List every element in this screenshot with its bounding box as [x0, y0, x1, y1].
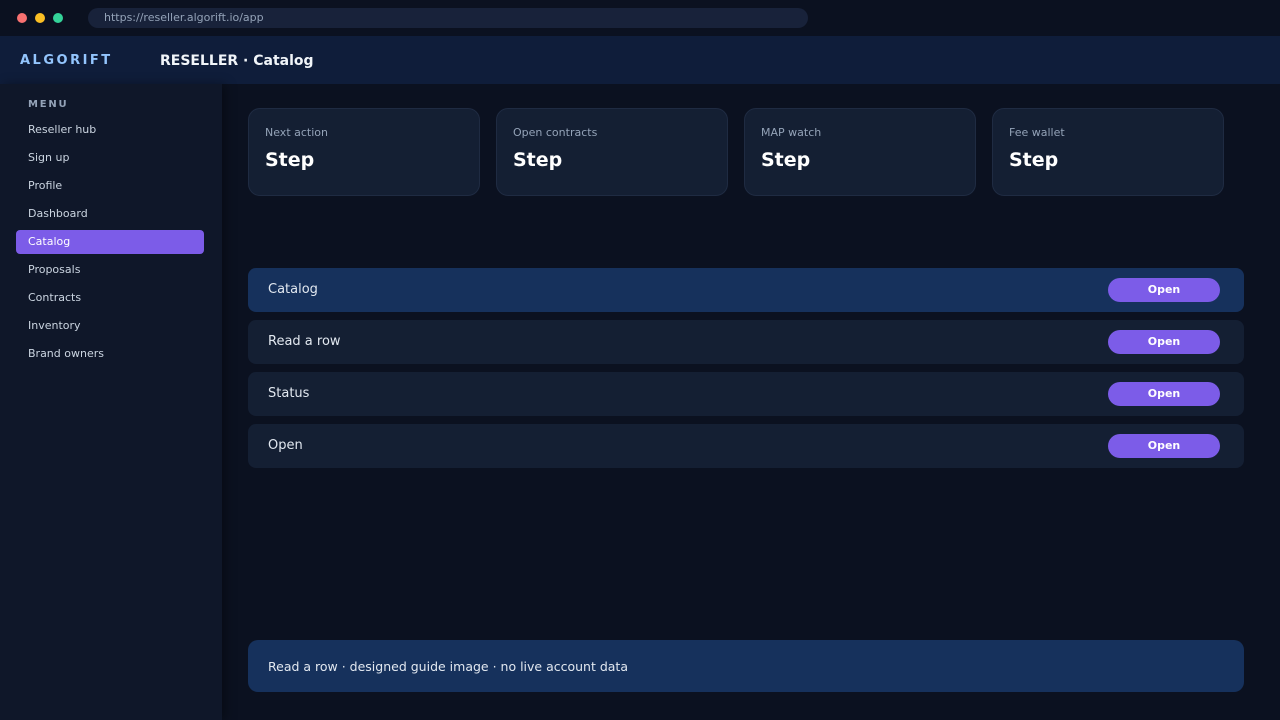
stat-card-fee-wallet: Fee wallet Step	[992, 108, 1224, 196]
open-button[interactable]: Open	[1108, 434, 1220, 458]
open-button[interactable]: Open	[1108, 382, 1220, 406]
stat-card-label: MAP watch	[761, 126, 822, 139]
stat-card-open-contracts: Open contracts Step	[496, 108, 728, 196]
sidebar-item-inventory[interactable]: Inventory	[16, 314, 204, 338]
sidebar: MENU Reseller hub Sign up Profile Dashbo…	[0, 84, 222, 720]
stat-card-value: Step	[513, 149, 563, 171]
list-item-status[interactable]: Status Open	[248, 372, 1244, 416]
list-item-label: Read a row	[268, 334, 341, 349]
stat-card-label: Open contracts	[513, 126, 598, 139]
list-item-open[interactable]: Open Open	[248, 424, 1244, 468]
list-item-label: Catalog	[268, 282, 318, 297]
open-button[interactable]: Open	[1108, 278, 1220, 302]
footer-note: Read a row · designed guide image · no l…	[248, 640, 1244, 692]
stat-card-value: Step	[1009, 149, 1059, 171]
sidebar-item-reseller-hub[interactable]: Reseller hub	[16, 118, 204, 142]
list-item-label: Open	[268, 438, 303, 453]
list-item-read-a-row[interactable]: Read a row Open	[248, 320, 1244, 364]
sidebar-item-dashboard[interactable]: Dashboard	[16, 202, 204, 226]
sidebar-item-catalog[interactable]: Catalog	[16, 230, 204, 254]
sidebar-item-contracts[interactable]: Contracts	[16, 286, 204, 310]
open-button[interactable]: Open	[1108, 330, 1220, 354]
maximize-window-icon[interactable]	[53, 13, 63, 23]
stat-card-map-watch: MAP watch Step	[744, 108, 976, 196]
sidebar-section-label: MENU	[28, 99, 69, 110]
list-item-catalog[interactable]: Catalog Open	[248, 268, 1244, 312]
brand-logo[interactable]: ALGORIFT	[20, 36, 113, 86]
minimize-window-icon[interactable]	[35, 13, 45, 23]
main-content: Next action Step Open contracts Step MAP…	[222, 84, 1280, 720]
sidebar-item-profile[interactable]: Profile	[16, 174, 204, 198]
close-window-icon[interactable]	[17, 13, 27, 23]
stat-card-label: Next action	[265, 126, 328, 139]
list-item-label: Status	[268, 386, 310, 401]
browser-chrome: https://reseller.algorift.io/app	[0, 0, 1280, 36]
sidebar-item-brand-owners[interactable]: Brand owners	[16, 342, 204, 366]
sidebar-item-proposals[interactable]: Proposals	[16, 258, 204, 282]
breadcrumb: RESELLER · Catalog	[160, 53, 314, 69]
sidebar-item-sign-up[interactable]: Sign up	[16, 146, 204, 170]
stat-card-value: Step	[265, 149, 315, 171]
address-bar[interactable]: https://reseller.algorift.io/app	[88, 8, 808, 28]
app-header: ALGORIFT RESELLER · Catalog	[0, 36, 1280, 84]
stat-card-next-action: Next action Step	[248, 108, 480, 196]
stat-card-label: Fee wallet	[1009, 126, 1065, 139]
stat-card-value: Step	[761, 149, 811, 171]
footer-note-text: Read a row · designed guide image · no l…	[268, 659, 628, 674]
